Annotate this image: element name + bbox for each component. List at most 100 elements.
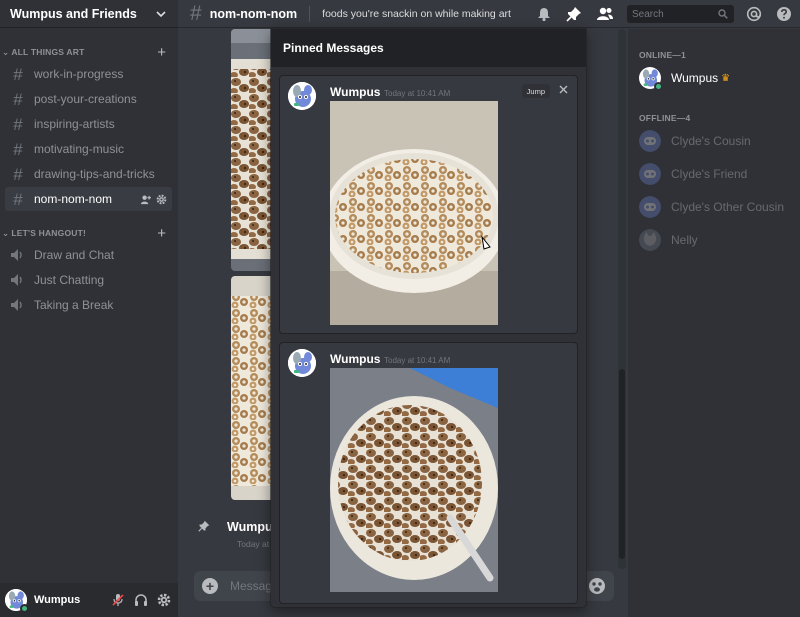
message-author[interactable]: Wumpus [330, 352, 380, 366]
member-list: ONLINE—1 Wumpus ♛ OFFLINE—4 Clyde's Cous… [628, 29, 800, 617]
member-item[interactable]: Clyde's Cousin [639, 128, 794, 154]
member-item[interactable]: Clyde's Friend [639, 161, 794, 187]
crown-icon: ♛ [721, 72, 731, 84]
hashtag-icon: # [190, 2, 202, 25]
chocolate-cereal-image[interactable] [330, 368, 498, 592]
pinned-message[interactable]: Wumpus Today at 10:41 AM [279, 342, 578, 604]
voice-channel-draw-and-chat[interactable]: Draw and Chat [5, 243, 172, 267]
pinned-system-message: Wumpus [198, 520, 280, 534]
voice-channel-taking-a-break[interactable]: Taking a Break [5, 293, 172, 317]
message-scrollbar[interactable] [618, 29, 626, 569]
pinned-header: Pinned Messages [271, 29, 586, 67]
message-timestamp: Today at [237, 539, 270, 549]
jump-button[interactable]: Jump [521, 84, 550, 98]
avatar[interactable] [288, 82, 316, 110]
member-item[interactable]: Nelly [639, 227, 794, 253]
pin-icon[interactable] [566, 6, 582, 22]
channel-drawing-tips-and-tricks[interactable]: # drawing-tips-and-tricks [5, 162, 172, 186]
channel-inspiring-artists[interactable]: # inspiring-artists [5, 112, 172, 136]
member-item[interactable]: Wumpus ♛ [639, 65, 794, 91]
gear-icon[interactable] [156, 194, 167, 205]
category-lets-hangout[interactable]: ⌄ LET'S HANGOUT! + [0, 225, 178, 241]
close-icon[interactable] [556, 82, 570, 96]
search-box[interactable] [627, 5, 734, 23]
create-invite-icon[interactable] [140, 194, 151, 205]
channel-header: # nom-nom-nom foods you're snackin on wh… [178, 0, 800, 28]
channel-label: drawing-tips-and-tricks [34, 167, 155, 181]
category-label: LET'S HANGOUT! [11, 228, 87, 238]
hashtag-icon: # [13, 189, 23, 209]
message-image[interactable] [231, 276, 271, 500]
channel-nom-nom-nom[interactable]: # nom-nom-nom [5, 187, 172, 211]
chevron-down-icon: ⌄ [2, 46, 10, 57]
speaker-icon [11, 249, 22, 261]
avatar [639, 163, 661, 185]
hashtag-icon: # [13, 89, 23, 109]
avatar[interactable] [288, 349, 316, 377]
channel-label: Taking a Break [34, 298, 114, 312]
channel-label: inspiring-artists [34, 117, 115, 131]
channel-motivating-music[interactable]: # motivating-music [5, 137, 172, 161]
channel-label: post-your-creations [34, 92, 137, 106]
speaker-icon [11, 299, 22, 311]
search-icon [718, 9, 728, 19]
channel-work-in-progress[interactable]: # work-in-progress [5, 62, 172, 86]
member-name: Nelly [671, 233, 698, 247]
search-input[interactable] [632, 8, 718, 20]
gear-icon[interactable] [157, 593, 171, 607]
upload-plus-icon[interactable]: + [202, 578, 218, 594]
category-all-things-art[interactable]: ⌄ ALL THINGS ART + [0, 44, 178, 60]
channel-label: Just Chatting [34, 273, 105, 287]
add-channel-icon[interactable]: + [157, 226, 166, 241]
pinned-title: Pinned Messages [283, 41, 384, 55]
channel-label: nom-nom-nom [34, 192, 113, 206]
add-channel-icon[interactable]: + [157, 45, 166, 60]
channel-label: motivating-music [34, 142, 125, 156]
online-status-icon [20, 604, 29, 613]
user-panel: Wumpus [0, 583, 178, 617]
member-name: Clyde's Friend [671, 167, 748, 181]
channel-title: nom-nom-nom [209, 6, 298, 21]
offline-section-label: OFFLINE—4 [639, 113, 691, 123]
member-name: Wumpus [671, 71, 719, 85]
avatar[interactable] [5, 589, 29, 613]
header-divider [309, 5, 311, 22]
message-author[interactable]: Wumpus [330, 85, 380, 99]
scrollbar-thumb[interactable] [619, 369, 625, 559]
channel-topic[interactable]: foods you're snackin on while making art [322, 8, 511, 20]
online-status-icon [654, 82, 663, 91]
mentions-icon[interactable] [746, 6, 762, 22]
category-label: ALL THINGS ART [11, 47, 85, 57]
headphones-icon[interactable] [134, 593, 148, 607]
member-name: Clyde's Other Cousin [671, 200, 785, 214]
channel-sidebar: Wumpus and Friends ⌄ ALL THINGS ART + # w… [0, 0, 178, 617]
hashtag-icon: # [13, 114, 23, 134]
member-list-icon[interactable] [596, 6, 614, 22]
pinned-message[interactable]: Wumpus Today at 10:41 AM Jump [279, 75, 578, 334]
pin-icon [198, 520, 210, 532]
voice-channel-just-chatting[interactable]: Just Chatting [5, 268, 172, 292]
online-section-label: ONLINE—1 [639, 50, 686, 60]
member-name: Clyde's Cousin [671, 134, 751, 148]
cereal-loops-image[interactable] [330, 101, 498, 325]
speaker-icon [11, 274, 22, 286]
server-name: Wumpus and Friends [10, 6, 137, 21]
channel-label: work-in-progress [34, 67, 124, 81]
chevron-down-icon [156, 10, 166, 17]
help-icon[interactable] [776, 6, 792, 22]
member-item[interactable]: Clyde's Other Cousin [639, 194, 794, 220]
pinned-messages-popout: Pinned Messages Wumpus Today at 10:41 AM… [271, 29, 586, 607]
avatar [639, 229, 661, 251]
hashtag-icon: # [13, 64, 23, 84]
bell-icon[interactable] [536, 6, 552, 22]
muted-microphone-icon[interactable] [111, 593, 125, 607]
avatar [639, 67, 663, 91]
server-header[interactable]: Wumpus and Friends [0, 0, 178, 28]
hashtag-icon: # [13, 139, 23, 159]
avatar [639, 130, 661, 152]
channel-post-your-creations[interactable]: # post-your-creations [5, 87, 172, 111]
username: Wumpus [34, 594, 81, 606]
chevron-down-icon: ⌄ [2, 227, 10, 238]
emoji-icon[interactable] [588, 577, 606, 595]
message-image[interactable] [231, 29, 271, 271]
